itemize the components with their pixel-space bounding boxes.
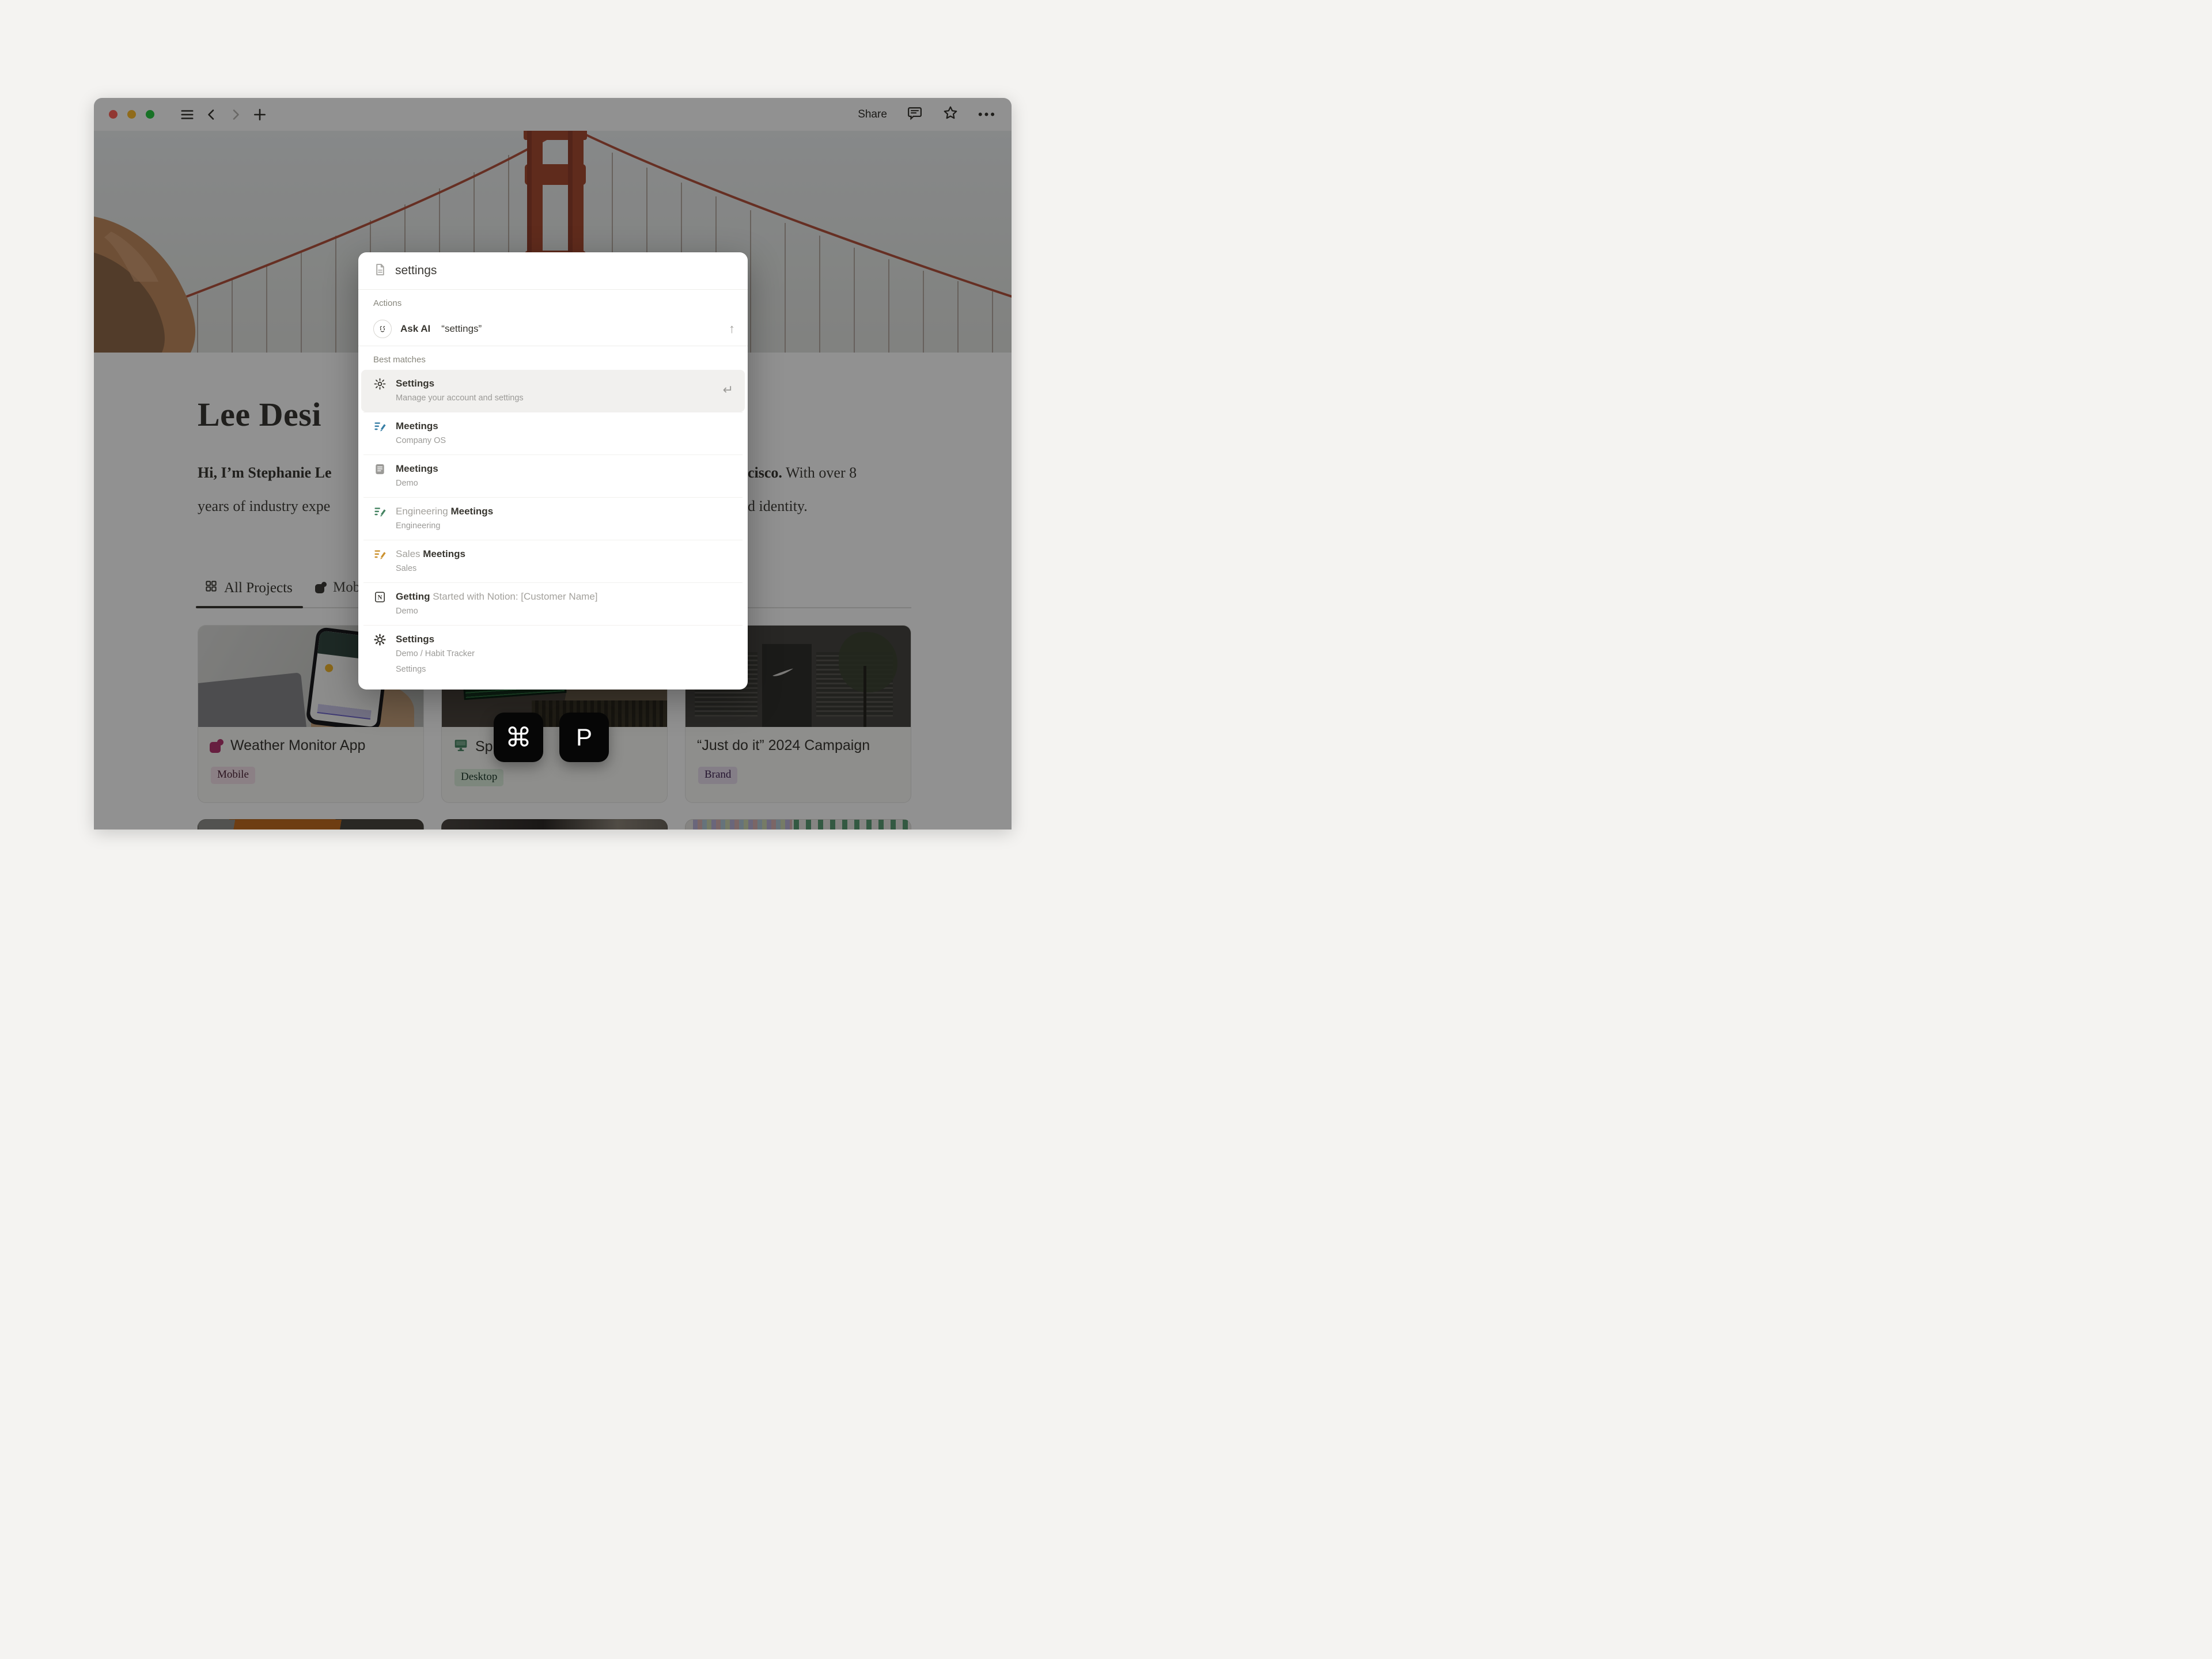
meeting-notes-green-icon: [373, 505, 387, 518]
page-search-icon: [373, 263, 387, 279]
ask-ai-label: Ask AI: [400, 323, 430, 335]
result-sales-meetings[interactable]: Sales Meetings Sales: [361, 540, 745, 582]
ai-face-icon: [373, 320, 392, 338]
result-engineering-meetings[interactable]: Engineering Meetings Engineering: [361, 498, 745, 540]
ask-ai-row[interactable]: Ask AI “settings” ↑: [358, 312, 748, 346]
search-input[interactable]: settings: [395, 264, 437, 278]
document-icon: [373, 463, 387, 476]
search-results-list: Settings Manage your account and setting…: [358, 369, 748, 683]
ask-ai-query: “settings”: [441, 323, 482, 335]
actions-section-label: Actions: [358, 290, 748, 312]
p-key: P: [559, 713, 609, 762]
result-meetings-demo[interactable]: Meetings Demo: [361, 455, 745, 497]
search-modal: settings Actions Ask AI “settings” ↑ Bes…: [358, 252, 748, 690]
notion-logo-icon: N: [373, 590, 387, 604]
meeting-notes-orange-icon: [373, 548, 387, 561]
command-key: ⌘: [494, 713, 543, 762]
result-settings[interactable]: Settings Manage your account and setting…: [361, 370, 745, 412]
cog-icon: [373, 633, 387, 646]
result-getting-started-notion[interactable]: N Getting Started with Notion: [Customer…: [361, 583, 745, 625]
result-settings-habit-tracker[interactable]: Settings Demo / Habit Tracker Settings: [361, 626, 745, 683]
svg-text:N: N: [378, 594, 382, 601]
search-header: settings: [358, 252, 748, 289]
enter-key-icon: ↵: [723, 384, 733, 396]
up-arrow-icon: ↑: [729, 321, 735, 336]
result-meetings-company-os[interactable]: Meetings Company OS: [361, 412, 745, 454]
best-matches-section-label: Best matches: [358, 346, 748, 369]
gear-icon: [373, 377, 387, 391]
meeting-notes-blue-icon: [373, 420, 387, 433]
